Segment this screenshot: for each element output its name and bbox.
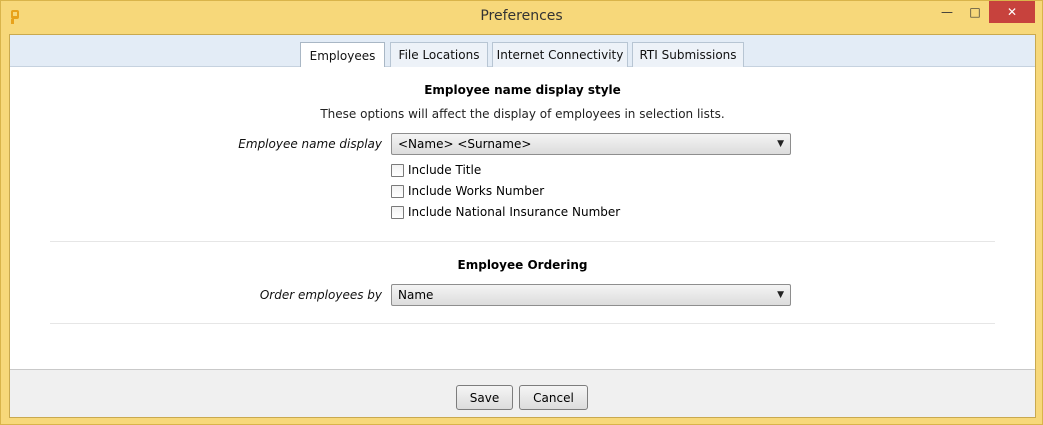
order-by-label: Order employees by — [259, 288, 382, 302]
display-style-title: Employee name display style — [424, 83, 621, 97]
preferences-window: Preferences — □ ✕ Employees File Locatio… — [0, 0, 1043, 425]
tab-file-locations[interactable]: File Locations — [390, 42, 488, 67]
button-bar: Save Cancel — [10, 369, 1035, 417]
order-by-value: Name — [398, 288, 434, 302]
window-title: Preferences — [480, 8, 563, 24]
save-button[interactable]: Save — [456, 385, 513, 410]
include-title-checkbox[interactable] — [391, 163, 404, 177]
dropdown-arrow-icon: ▼ — [777, 290, 784, 300]
dialog-body: Employees File Locations Internet Connec… — [9, 34, 1036, 418]
include-ni-number-label: Include National Insurance Number — [408, 205, 621, 219]
name-display-value: <Name> <Surname> — [398, 137, 532, 151]
include-ni-number-checkbox[interactable] — [391, 205, 404, 219]
close-button[interactable]: ✕ — [989, 1, 1035, 23]
cancel-button[interactable]: Cancel — [519, 385, 588, 410]
ordering-title: Employee Ordering — [457, 258, 588, 272]
section-divider — [50, 323, 995, 324]
include-ni-number-option[interactable]: Include National Insurance Number — [391, 204, 620, 220]
tab-rti-submissions[interactable]: RTI Submissions — [632, 42, 744, 67]
tab-employees[interactable]: Employees — [300, 42, 385, 68]
include-works-number-label: Include Works Number — [408, 184, 545, 198]
title-bar: Preferences — □ ✕ — [1, 1, 1042, 34]
include-title-option[interactable]: Include Title — [391, 162, 481, 178]
maximize-button[interactable]: □ — [961, 1, 989, 23]
name-display-label: Employee name display — [238, 137, 382, 151]
minimize-button[interactable]: — — [933, 1, 961, 23]
name-display-select[interactable]: <Name> <Surname> ▼ — [391, 133, 791, 155]
section-divider — [50, 241, 995, 242]
display-style-description: These options will affect the display of… — [320, 107, 725, 121]
include-works-number-option[interactable]: Include Works Number — [391, 183, 544, 199]
tab-strip: Employees File Locations Internet Connec… — [10, 35, 1035, 68]
dropdown-arrow-icon: ▼ — [777, 139, 784, 149]
order-by-select[interactable]: Name ▼ — [391, 284, 791, 306]
include-works-number-checkbox[interactable] — [391, 184, 404, 198]
employees-panel: Employee name display style These option… — [10, 67, 1035, 369]
tab-internet-connectivity[interactable]: Internet Connectivity — [492, 42, 628, 67]
include-title-label: Include Title — [408, 163, 482, 177]
